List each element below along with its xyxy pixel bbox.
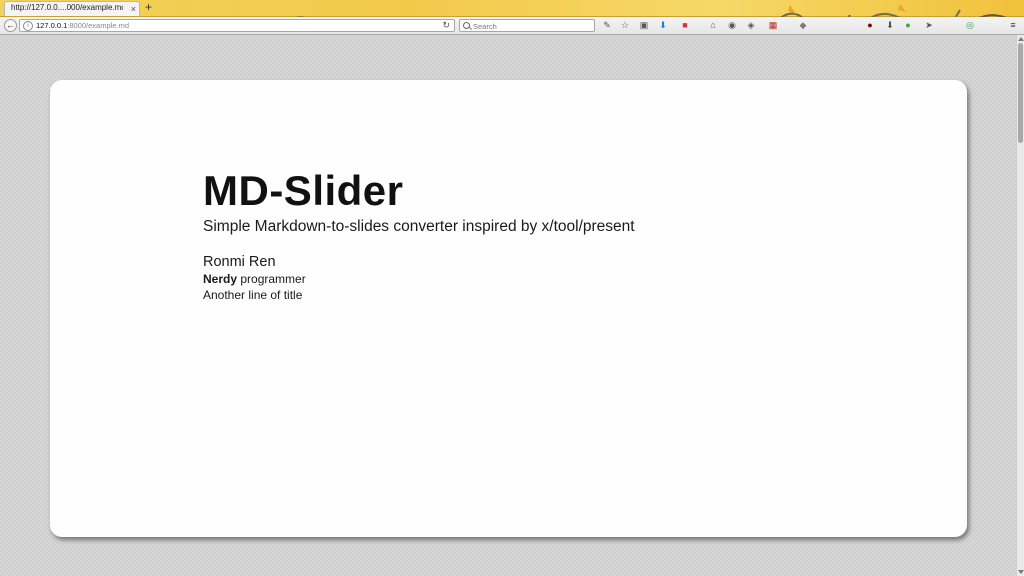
close-tab-icon[interactable]: × [131,2,136,16]
url-bar[interactable]: i 127.0.0.1:8000/example.md ↻ [19,19,455,32]
home-icon[interactable]: ⌂ [708,20,718,30]
author-title-rest: programmer [237,272,306,286]
slide-subtitle: Simple Markdown-to-slides converter insp… [203,218,635,235]
scroll-up-arrow-icon[interactable] [1018,37,1024,41]
site-info-icon[interactable]: i [23,21,33,31]
author-title-line-2: Another line of title [203,288,303,302]
scroll-thumb[interactable] [1018,43,1023,143]
author-title-bold: Nerdy [203,272,238,286]
bookmark-star-icon[interactable]: ☆ [620,20,630,30]
extension-badge-icon[interactable]: ■ [680,20,690,30]
tab-title: http://127.0.0....000/example.md [11,3,123,12]
addon-red-icon[interactable]: ▦ [768,20,778,30]
url-text[interactable]: 127.0.0.1:8000/example.md [36,21,129,30]
send-icon[interactable]: ➤ [924,20,934,30]
reload-icon[interactable]: ↻ [442,20,450,31]
slide: MD-Slider Simple Markdown-to-slides conv… [50,80,967,537]
addon-shield-icon[interactable]: ◆ [798,20,808,30]
active-tab[interactable]: http://127.0.0....000/example.md × [4,1,140,16]
navigation-toolbar: ← i 127.0.0.1:8000/example.md ↻ ✎ ☆ ▣ ⬇ ■ ⌂ ◉ ◈… [0,17,1024,35]
search-input[interactable] [473,21,591,31]
search-bar[interactable] [459,19,595,32]
download-icon[interactable]: ⬇ [658,20,668,30]
sync-icon[interactable]: ◉ [727,20,737,30]
pocket-icon[interactable]: ◈ [746,20,756,30]
tab-strip: http://127.0.0....000/example.md × + [0,0,1024,34]
wrench-icon[interactable]: ✎ [602,20,612,30]
slide-title: MD-Slider [203,167,404,214]
search-icon [463,22,470,29]
new-tab-button[interactable]: + [145,0,152,15]
scroll-down-arrow-icon[interactable] [1018,570,1024,574]
author-title-line-1: Nerdy programmer [203,272,306,287]
vertical-scrollbar[interactable] [1016,35,1024,576]
url-host: 127.0.0.1 [36,21,68,30]
author-name: Ronmi Ren [203,254,276,270]
back-button[interactable]: ← [4,19,17,32]
reading-list-icon[interactable]: ▣ [639,20,649,30]
ublock-icon[interactable]: ● [865,20,875,30]
menu-icon[interactable]: ≡ [1008,20,1018,30]
addon-chrome-icon[interactable]: ◎ [965,20,975,30]
url-path: :8000/example.md [67,21,129,30]
addon-green-icon[interactable]: ● [903,20,913,30]
addon-download-icon[interactable]: ⬇ [885,20,895,30]
